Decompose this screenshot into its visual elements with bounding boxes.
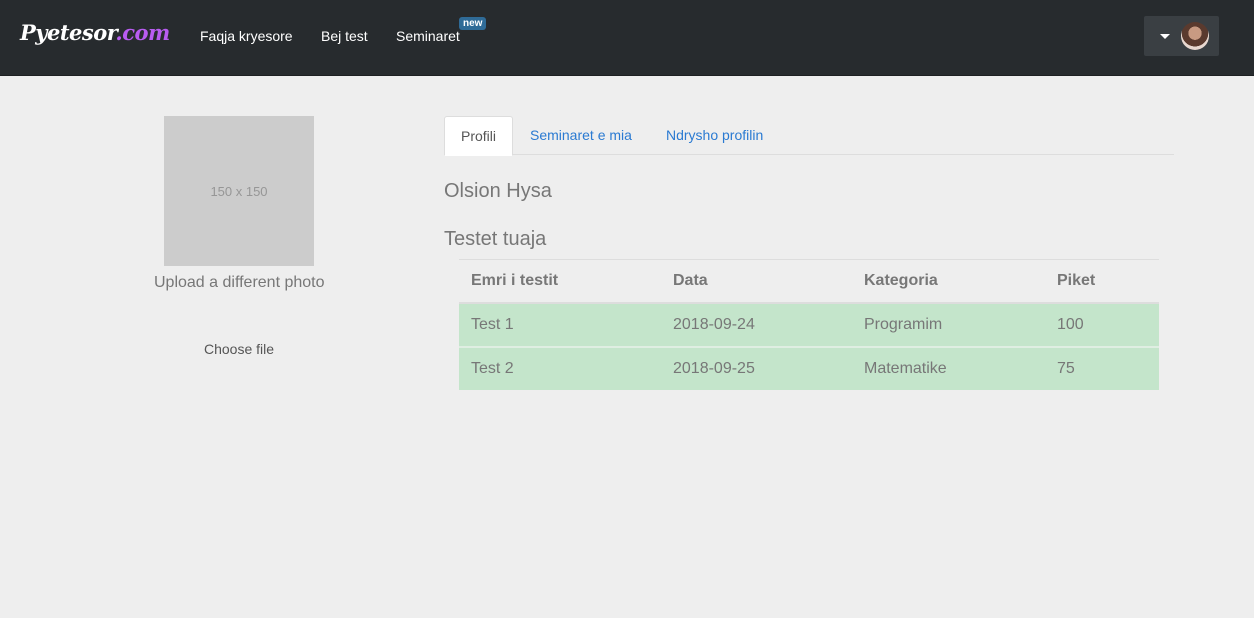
- brand-logo[interactable]: Pyetesor.com: [20, 20, 170, 45]
- tab-edit-profile[interactable]: Ndrysho profilin: [666, 116, 763, 155]
- column-header-test-name: Emri i testit: [459, 259, 661, 304]
- cell-test-name: Test 2: [459, 346, 661, 390]
- photo-placeholder-text: 150 x 150: [210, 183, 268, 199]
- cell-category: Programim: [852, 302, 1045, 347]
- tests-section-title: Testet tuaja: [444, 228, 547, 250]
- new-badge: new: [459, 17, 487, 30]
- nav-seminars-link[interactable]: Seminaret: [396, 28, 460, 44]
- table-header-row: Emri i testit Data Kategoria Piket: [459, 259, 1159, 304]
- cell-category: Matematike: [852, 346, 1045, 390]
- cell-points: 100: [1045, 302, 1159, 347]
- cell-date: 2018-09-24: [661, 302, 852, 347]
- user-avatar: [1181, 22, 1209, 50]
- brand-name: Pyetesor: [20, 20, 116, 45]
- column-header-date: Data: [661, 259, 852, 304]
- cell-points: 75: [1045, 346, 1159, 390]
- column-header-category: Kategoria: [852, 259, 1045, 304]
- user-menu-dropdown[interactable]: [1144, 16, 1219, 56]
- profile-tabs: Profili Seminaret e mia Ndrysho profilin: [444, 116, 1174, 156]
- tests-table: Emri i testit Data Kategoria Piket Test …: [459, 259, 1159, 390]
- nav-take-test-link[interactable]: Bej test: [321, 28, 368, 44]
- profile-name: Olsion Hysa: [444, 180, 552, 202]
- table-row: Test 1 2018-09-24 Programim 100: [459, 302, 1159, 347]
- tab-profile[interactable]: Profili: [444, 116, 514, 156]
- caret-down-icon: [1160, 34, 1170, 39]
- top-navbar: Pyetesor.com Faqja kryesore Bej test Sem…: [0, 0, 1254, 76]
- nav-home-link[interactable]: Faqja kryesore: [200, 28, 293, 44]
- column-header-points: Piket: [1045, 259, 1159, 304]
- choose-file-button[interactable]: Choose file: [204, 341, 274, 357]
- cell-date: 2018-09-25: [661, 346, 852, 390]
- upload-photo-label: Upload a different photo: [154, 274, 325, 291]
- tab-my-seminars[interactable]: Seminaret e mia: [530, 116, 632, 155]
- cell-test-name: Test 1: [459, 302, 661, 347]
- table-row: Test 2 2018-09-25 Matematike 75: [459, 346, 1159, 390]
- brand-domain: .com: [115, 20, 170, 45]
- profile-photo-placeholder: 150 x 150: [164, 116, 314, 266]
